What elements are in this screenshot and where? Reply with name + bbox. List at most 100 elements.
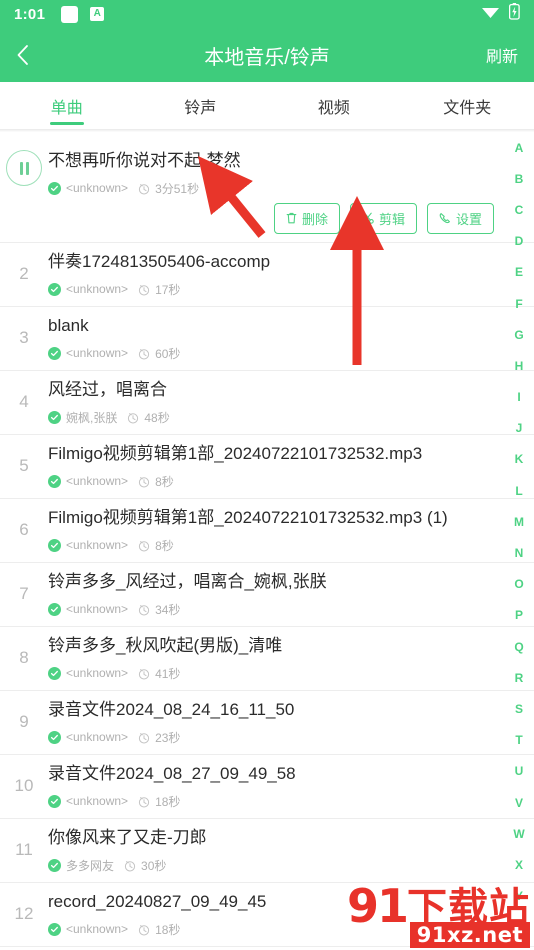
alpha-index-item[interactable]: C bbox=[504, 194, 534, 225]
track-artist: <unknown> bbox=[66, 346, 129, 361]
track-duration: 3分51秒 bbox=[155, 181, 200, 196]
check-circle-icon bbox=[48, 346, 61, 360]
alpha-index-item[interactable]: B bbox=[504, 163, 534, 194]
table-row[interactable]: 6 Filmigo视频剪辑第1部_20240722101732532.mp3 (… bbox=[0, 499, 534, 563]
track-number: 11 bbox=[15, 840, 33, 860]
track-info: 伴奏1724813505406-accomp <unknown> 17秒 bbox=[48, 243, 500, 306]
alpha-index-item[interactable]: O bbox=[504, 569, 534, 600]
track-title: 不想再听你说对不起-梦然 bbox=[48, 151, 241, 170]
app-bar: 本地音乐/铃声 刷新 bbox=[0, 28, 534, 82]
check-circle-icon bbox=[48, 181, 61, 195]
track-artist: <unknown> bbox=[66, 602, 129, 617]
track-artist: <unknown> bbox=[66, 666, 129, 681]
track-title: Filmigo视频剪辑第1部_20240722101732532.mp3 bbox=[48, 443, 423, 463]
table-row[interactable]: 2 伴奏1724813505406-accomp <unknown> 17秒 bbox=[0, 243, 534, 307]
alpha-index-item[interactable]: U bbox=[504, 756, 534, 787]
track-info: 你像风来了又走-刀郎 多多网友 30秒 bbox=[48, 819, 500, 882]
table-row[interactable]: 8 铃声多多_秋风吹起(男版)_清唯 <unknown> 41秒 bbox=[0, 627, 534, 691]
table-row[interactable]: 10 录音文件2024_08_27_09_49_58 <unknown> 18秒 bbox=[0, 755, 534, 819]
alpha-index-item[interactable]: Y bbox=[504, 881, 534, 912]
track-number: 7 bbox=[19, 584, 29, 604]
alpha-index-item[interactable]: D bbox=[504, 226, 534, 257]
track-list: 不想再听你说对不起-梦然 <unknown> 3分51秒 删除 剪辑 设置 2 … bbox=[0, 132, 534, 950]
pause-button[interactable] bbox=[0, 142, 48, 186]
alphabet-index[interactable]: A B C D E F G H I J K L M N O P Q R S T … bbox=[504, 132, 534, 950]
table-row[interactable]: 7 铃声多多_风经过，唱离合_婉枫,张朕 <unknown> 34秒 bbox=[0, 563, 534, 627]
alpha-index-item[interactable]: P bbox=[504, 600, 534, 631]
track-duration: 41秒 bbox=[155, 666, 181, 681]
back-button[interactable] bbox=[16, 44, 46, 66]
track-info: 录音文件2024_08_24_16_11_50 <unknown> 23秒 bbox=[48, 691, 500, 754]
check-circle-icon bbox=[48, 602, 61, 616]
tab-ringtones[interactable]: 铃声 bbox=[134, 82, 268, 129]
track-meta: 多多网友 30秒 bbox=[48, 857, 500, 874]
tab-videos[interactable]: 视频 bbox=[267, 82, 401, 129]
alpha-index-item[interactable]: T bbox=[504, 725, 534, 756]
track-title: 录音文件2024_08_24_16_11_50 bbox=[48, 699, 295, 719]
table-row[interactable]: 5 Filmigo视频剪辑第1部_20240722101732532.mp3 <… bbox=[0, 435, 534, 499]
check-circle-icon bbox=[48, 666, 61, 680]
alpha-index-item[interactable]: H bbox=[504, 350, 534, 381]
track-meta: <unknown> 41秒 bbox=[48, 665, 500, 682]
table-row[interactable]: 4 风经过，唱离合 婉枫,张朕 48秒 bbox=[0, 371, 534, 435]
alpha-index-item[interactable]: N bbox=[504, 537, 534, 568]
alpha-index-item[interactable]: L bbox=[504, 475, 534, 506]
clock-icon bbox=[138, 539, 150, 552]
table-row[interactable]: 3 blank <unknown> 60秒 bbox=[0, 307, 534, 371]
check-circle-icon bbox=[48, 538, 61, 552]
track-artist: <unknown> bbox=[66, 474, 129, 489]
clock-icon bbox=[138, 182, 150, 195]
track-artist: <unknown> bbox=[66, 538, 129, 553]
clock-icon bbox=[138, 475, 150, 488]
alpha-index-item[interactable]: I bbox=[504, 382, 534, 413]
set-ringtone-button[interactable]: 设置 bbox=[426, 202, 494, 234]
alpha-index-item[interactable]: Z bbox=[504, 912, 534, 943]
check-circle-icon bbox=[48, 474, 61, 488]
alpha-index-item[interactable]: Q bbox=[504, 631, 534, 662]
check-circle-icon bbox=[48, 858, 61, 872]
track-artist: 婉枫,张朕 bbox=[66, 410, 118, 425]
tab-folders[interactable]: 文件夹 bbox=[401, 82, 534, 129]
clock-icon bbox=[138, 731, 150, 744]
trim-button[interactable]: 剪辑 bbox=[349, 202, 417, 234]
track-action-bar: 删除 剪辑 设置 bbox=[48, 202, 500, 234]
track-info: record_20240827_09_49_45 <unknown> 18秒 bbox=[48, 883, 500, 946]
track-duration: 8秒 bbox=[155, 538, 174, 553]
alpha-index-item[interactable]: G bbox=[504, 319, 534, 350]
track-number: 9 bbox=[19, 712, 29, 732]
alpha-index-item[interactable]: J bbox=[504, 413, 534, 444]
track-info: 不想再听你说对不起-梦然 <unknown> 3分51秒 删除 剪辑 设置 bbox=[48, 142, 500, 242]
table-row[interactable]: 不想再听你说对不起-梦然 <unknown> 3分51秒 删除 剪辑 设置 bbox=[0, 132, 534, 243]
alpha-index-item[interactable]: F bbox=[504, 288, 534, 319]
clock-icon bbox=[138, 347, 150, 360]
alpha-index-item[interactable]: R bbox=[504, 662, 534, 693]
table-row[interactable]: 11 你像风来了又走-刀郎 多多网友 30秒 bbox=[0, 819, 534, 883]
alpha-index-item[interactable]: X bbox=[504, 849, 534, 880]
alpha-index-item[interactable]: W bbox=[504, 818, 534, 849]
track-number: 8 bbox=[19, 648, 29, 668]
alpha-index-item[interactable]: # bbox=[504, 943, 534, 950]
track-number: 6 bbox=[19, 520, 29, 540]
table-row[interactable]: 9 录音文件2024_08_24_16_11_50 <unknown> 23秒 bbox=[0, 691, 534, 755]
track-artist: 多多网友 bbox=[66, 858, 115, 873]
check-circle-icon bbox=[48, 794, 61, 808]
check-circle-icon bbox=[48, 410, 61, 424]
track-info: 录音文件2024_08_27_09_49_58 <unknown> 18秒 bbox=[48, 755, 500, 818]
a-badge-icon: A bbox=[90, 7, 105, 21]
table-row[interactable]: 12 record_20240827_09_49_45 <unknown> 18… bbox=[0, 883, 534, 947]
track-info: blank <unknown> 60秒 bbox=[48, 307, 500, 370]
alpha-index-item[interactable]: A bbox=[504, 132, 534, 163]
alpha-index-item[interactable]: S bbox=[504, 693, 534, 724]
app-screen: 1:01 A 本地音乐/铃声 刷新 单曲 铃声 视频 文件夹 不想再听你说对不起… bbox=[0, 0, 534, 950]
alpha-index-item[interactable]: V bbox=[504, 787, 534, 818]
wifi-icon bbox=[481, 5, 500, 24]
alpha-index-item[interactable]: K bbox=[504, 444, 534, 475]
clock-icon bbox=[138, 603, 150, 616]
delete-button[interactable]: 删除 bbox=[273, 202, 340, 234]
tab-songs[interactable]: 单曲 bbox=[0, 82, 134, 129]
track-meta: <unknown> 8秒 bbox=[48, 473, 500, 490]
track-number: 12 bbox=[14, 904, 34, 924]
alpha-index-item[interactable]: E bbox=[504, 257, 534, 288]
alpha-index-item[interactable]: M bbox=[504, 506, 534, 537]
refresh-button[interactable]: 刷新 bbox=[486, 43, 518, 67]
